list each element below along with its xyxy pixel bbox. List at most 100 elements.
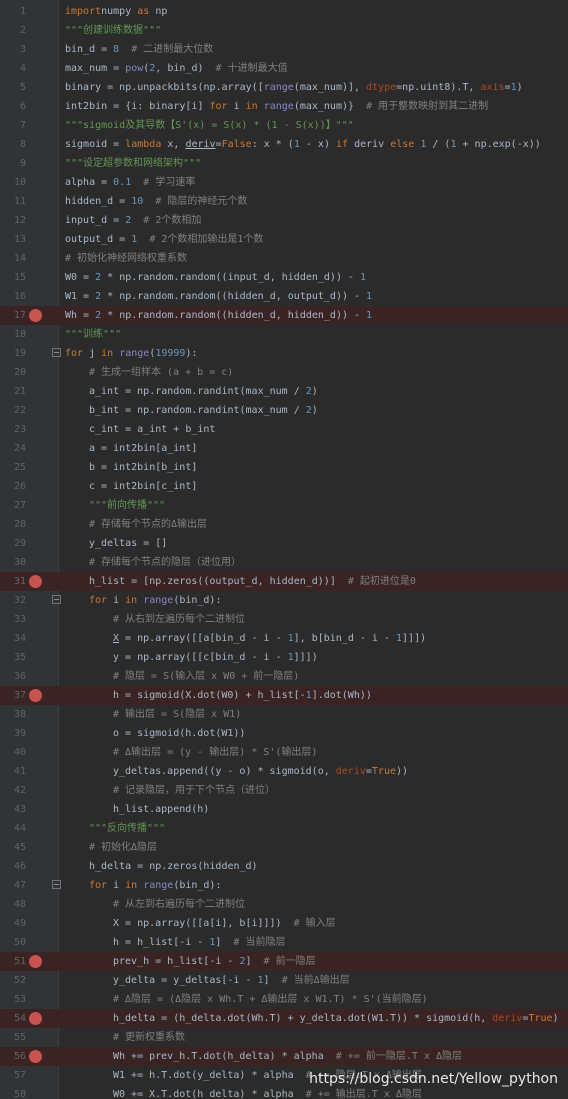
line-number[interactable]: 42 [0,781,26,800]
code-text[interactable]: """训练""" [65,325,121,344]
line-number[interactable]: 16 [0,287,26,306]
line-number[interactable]: 31 [0,572,26,591]
line-number[interactable]: 58 [0,1085,26,1099]
code-editor[interactable]: 1 importnumpy as np 2 """创建训练数据""" 3 bin_d = … [0,0,568,1099]
code-line[interactable]: 27 """前向传播""" [0,496,568,515]
code-line[interactable]: 7 """sigmoid及其导数【S'(x) = S(x) * (1 - S(x)… [0,116,568,135]
code-text[interactable]: output_d = 1 # 2个数相加输出是1个数 [65,230,263,249]
code-line[interactable]: 19 for j in range(19999): [0,344,568,363]
line-number[interactable]: 4 [0,59,26,78]
code-text[interactable]: y_deltas.append((y - o) * sigmoid(o, der… [113,762,408,781]
line-number[interactable]: 33 [0,610,26,629]
code-text[interactable]: W1 = 2 * np.random.random((hidden_d, out… [65,287,372,306]
code-text[interactable]: # 隐层 = S(输入层 x W0 + 前一隐层) [113,667,299,686]
line-number[interactable]: 32 [0,591,26,610]
line-number[interactable]: 17 [0,306,26,325]
line-number[interactable]: 50 [0,933,26,952]
line-number[interactable]: 13 [0,230,26,249]
code-text[interactable]: importnumpy as np [65,2,167,21]
code-line[interactable]: 17 Wh = 2 * np.random.random((hidden_d, h… [0,306,568,325]
code-line[interactable]: 22 b_int = np.random.randint(max_num / 2) [0,401,568,420]
code-text[interactable]: sigmoid = lambda x, deriv=False: x * (1 … [65,135,541,154]
code-text[interactable]: hidden_d = 10 # 隐层的神经元个数 [65,192,247,211]
line-number[interactable]: 3 [0,40,26,59]
line-number[interactable]: 51 [0,952,26,971]
line-number[interactable]: 36 [0,667,26,686]
code-text[interactable]: y = np.array([[c[bin_d - i - 1]]]) [113,648,318,667]
line-number[interactable]: 20 [0,363,26,382]
line-number[interactable]: 54 [0,1009,26,1028]
code-line[interactable]: 23 c_int = a_int + b_int [0,420,568,439]
breakpoint-icon[interactable] [29,575,42,588]
code-text[interactable]: Wh += prev_h.T.dot(h_delta) * alpha # +=… [113,1047,462,1066]
code-text[interactable]: h_delta = (h_delta.dot(Wh.T) + y_delta.d… [113,1009,559,1028]
code-line[interactable]: 48 # 从左到右遍历每个二进制位 [0,895,568,914]
code-line[interactable]: 9 """设定超参数和网络架构""" [0,154,568,173]
code-line[interactable]: 5 binary = np.unpackbits(np.array([range(… [0,78,568,97]
line-number[interactable]: 12 [0,211,26,230]
code-line[interactable]: 56 Wh += prev_h.T.dot(h_delta) * alpha # … [0,1047,568,1066]
line-number[interactable]: 14 [0,249,26,268]
code-line[interactable]: 40 # Δ输出层 = (y - 输出层) * S'(输出层) [0,743,568,762]
code-text[interactable]: for i in range(bin_d): [89,591,221,610]
code-line[interactable]: 36 # 隐层 = S(输入层 x W0 + 前一隐层) [0,667,568,686]
code-text[interactable]: # 输出层 = S(隐层 x W1) [113,705,241,724]
line-number[interactable]: 57 [0,1066,26,1085]
code-line[interactable]: 31 h_list = [np.zeros((output_d, hidden_d… [0,572,568,591]
code-line[interactable]: 21 a_int = np.random.randint(max_num / 2) [0,382,568,401]
code-line[interactable]: 42 # 记录隐层，用于下个节点（进位） [0,781,568,800]
code-text[interactable]: b_int = np.random.randint(max_num / 2) [89,401,318,420]
line-number[interactable]: 21 [0,382,26,401]
code-line[interactable]: 49 X = np.array([[a[i], b[i]]]) # 输入层 [0,914,568,933]
line-number[interactable]: 40 [0,743,26,762]
line-number[interactable]: 56 [0,1047,26,1066]
code-text[interactable]: input_d = 2 # 2个数相加 [65,211,201,230]
code-text[interactable]: # Δ隐层 = (Δ隐层 x Wh.T + Δ输出层 x W1.T) * S'(… [113,990,428,1009]
code-text[interactable]: # 初始化神经网络权重系数 [65,249,187,268]
line-number[interactable]: 38 [0,705,26,724]
code-line[interactable]: 20 # 生成一组样本 (a + b = c) [0,363,568,382]
code-line[interactable]: 12 input_d = 2 # 2个数相加 [0,211,568,230]
line-number[interactable]: 8 [0,135,26,154]
code-line[interactable]: 1 importnumpy as np [0,2,568,21]
code-text[interactable]: binary = np.unpackbits(np.array([range(m… [65,78,523,97]
line-number[interactable]: 48 [0,895,26,914]
code-text[interactable]: h_list.append(h) [113,800,209,819]
code-line[interactable]: 18 """训练""" [0,325,568,344]
line-number[interactable]: 23 [0,420,26,439]
breakpoint-icon[interactable] [29,1012,42,1025]
code-line[interactable]: 43 h_list.append(h) [0,800,568,819]
line-number[interactable]: 5 [0,78,26,97]
code-text[interactable]: h = h_list[-i - 1] # 当前隐层 [113,933,285,952]
code-text[interactable]: a_int = np.random.randint(max_num / 2) [89,382,318,401]
line-number[interactable]: 49 [0,914,26,933]
line-number[interactable]: 26 [0,477,26,496]
code-line[interactable]: 10 alpha = 0.1 # 学习速率 [0,173,568,192]
line-number[interactable]: 39 [0,724,26,743]
code-text[interactable]: # Δ输出层 = (y - 输出层) * S'(输出层) [113,743,317,762]
code-line[interactable]: 28 # 存储每个节点的Δ输出层 [0,515,568,534]
code-line[interactable]: 41 y_deltas.append((y - o) * sigmoid(o, d… [0,762,568,781]
line-number[interactable]: 27 [0,496,26,515]
line-number[interactable]: 43 [0,800,26,819]
code-text[interactable]: c = int2bin[c_int] [89,477,197,496]
line-number[interactable]: 18 [0,325,26,344]
line-number[interactable]: 41 [0,762,26,781]
fold-toggle-icon[interactable] [52,595,61,604]
code-line[interactable]: 13 output_d = 1 # 2个数相加输出是1个数 [0,230,568,249]
code-text[interactable]: # 存储每个节点的Δ输出层 [89,515,207,534]
code-text[interactable]: # 初始化Δ隐层 [89,838,157,857]
code-line[interactable]: 2 """创建训练数据""" [0,21,568,40]
code-line[interactable]: 47 for i in range(bin_d): [0,876,568,895]
code-text[interactable]: for i in range(bin_d): [89,876,221,895]
breakpoint-icon[interactable] [29,689,42,702]
line-number[interactable]: 30 [0,553,26,572]
code-text[interactable]: # 生成一组样本 (a + b = c) [89,363,233,382]
code-line[interactable]: 6 int2bin = {i: binary[i] for i in range(… [0,97,568,116]
line-number[interactable]: 10 [0,173,26,192]
code-text[interactable]: # 更新权重系数 [113,1028,185,1047]
code-text[interactable]: # 从右到左遍历每个二进制位 [113,610,245,629]
code-line[interactable]: 52 y_delta = y_deltas[-i - 1] # 当前Δ输出层 [0,971,568,990]
code-line[interactable]: 11 hidden_d = 10 # 隐层的神经元个数 [0,192,568,211]
breakpoint-icon[interactable] [29,1050,42,1063]
